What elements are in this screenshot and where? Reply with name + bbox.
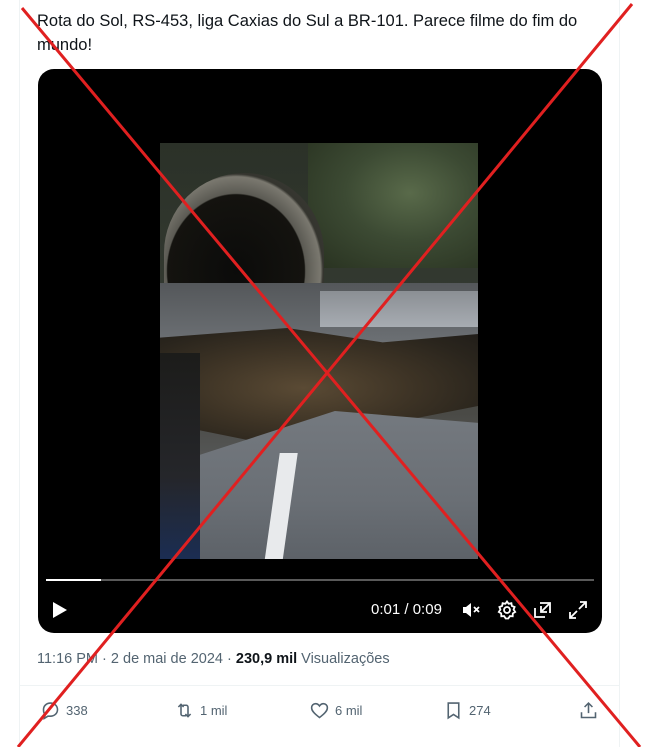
reply-count: 338	[66, 702, 88, 718]
heart-icon	[310, 702, 329, 718]
video-road-slab	[185, 411, 478, 559]
fullscreen-button[interactable]	[567, 599, 589, 621]
video-player[interactable]: 0:01 / 0:09	[38, 69, 602, 633]
fullscreen-icon	[569, 601, 587, 619]
reply-icon	[42, 701, 59, 720]
divider	[20, 685, 619, 686]
views-label: Visualizações	[301, 651, 390, 667]
progress-fill	[46, 579, 101, 581]
current-time: 0:01	[371, 601, 401, 618]
card-border-left	[19, 0, 20, 747]
repost-count: 1 mil	[200, 702, 228, 718]
video-road-right	[320, 291, 478, 327]
video-person	[160, 353, 200, 559]
pip-button[interactable]	[532, 599, 554, 621]
duration: 0:09	[412, 601, 442, 618]
picture-in-picture-icon	[534, 602, 551, 618]
time-readout: 0:01 / 0:09	[371, 601, 442, 618]
bookmark-icon	[447, 701, 460, 719]
reply-button[interactable]: 338	[40, 698, 88, 722]
video-frame[interactable]	[160, 143, 478, 559]
bookmark-count: 274	[469, 702, 491, 718]
tweet-time[interactable]: 11:16 PM	[37, 651, 98, 667]
meta-separator: ·	[227, 651, 232, 667]
settings-button[interactable]	[496, 599, 518, 621]
time-separator: /	[404, 601, 409, 618]
share-button[interactable]	[578, 698, 599, 722]
like-count: 6 mil	[335, 702, 363, 718]
repost-button[interactable]: 1 mil	[174, 698, 227, 722]
tweet-date[interactable]: 2 de mai de 2024	[111, 651, 223, 667]
tweet-text: Rota do Sol, RS-453, liga Caxias do Sul …	[37, 12, 578, 54]
share-icon	[580, 701, 597, 718]
card-border-right	[619, 0, 620, 747]
like-button[interactable]: 6 mil	[309, 698, 362, 722]
mute-button[interactable]	[460, 599, 482, 621]
bookmark-button[interactable]: 274	[443, 698, 491, 722]
progress-track[interactable]	[46, 579, 594, 581]
gear-icon	[497, 600, 517, 620]
tweet-meta: 11:16 PM · 2 de mai de 2024 · 230,9 mil …	[37, 651, 390, 667]
views-count: 230,9 mil	[235, 651, 298, 667]
video-trees	[308, 143, 478, 268]
meta-separator: ·	[102, 651, 107, 667]
volume-muted-icon	[463, 603, 480, 617]
repost-icon	[177, 702, 192, 718]
play-icon	[53, 602, 67, 618]
play-button[interactable]	[48, 597, 72, 623]
